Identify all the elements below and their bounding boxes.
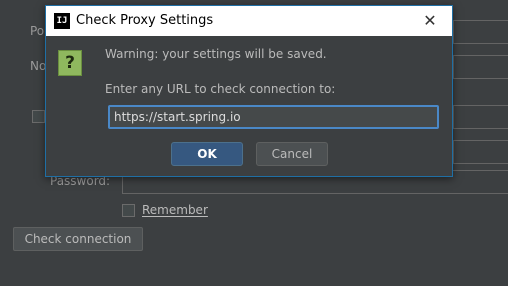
background-field-4[interactable]: [453, 140, 508, 164]
remember-label[interactable]: Remember: [142, 203, 208, 217]
dialog-title: Check Proxy Settings: [76, 13, 214, 28]
port-label: Po: [30, 24, 45, 38]
url-prompt-label: Enter any URL to check connection to:: [105, 82, 336, 96]
url-input[interactable]: [108, 105, 439, 129]
close-icon[interactable]: ✕: [408, 6, 452, 36]
dialog-titlebar[interactable]: IJ Check Proxy Settings ✕: [46, 6, 452, 36]
ok-button[interactable]: OK: [171, 142, 243, 166]
background-field-3[interactable]: [453, 105, 508, 129]
check-proxy-dialog: IJ Check Proxy Settings ✕ ? Warning: you…: [45, 5, 453, 177]
warning-message: Warning: your settings will be saved.: [105, 47, 327, 61]
background-field-2[interactable]: [453, 55, 508, 79]
background-field-1[interactable]: [453, 20, 508, 44]
check-connection-button[interactable]: Check connection: [13, 227, 143, 251]
intellij-app-icon: IJ: [54, 13, 70, 29]
remember-checkbox[interactable]: [122, 204, 135, 217]
question-icon: ?: [58, 50, 82, 76]
background-checkbox[interactable]: [32, 110, 45, 123]
no-proxy-label: No: [30, 59, 47, 73]
cancel-button[interactable]: Cancel: [256, 142, 328, 166]
